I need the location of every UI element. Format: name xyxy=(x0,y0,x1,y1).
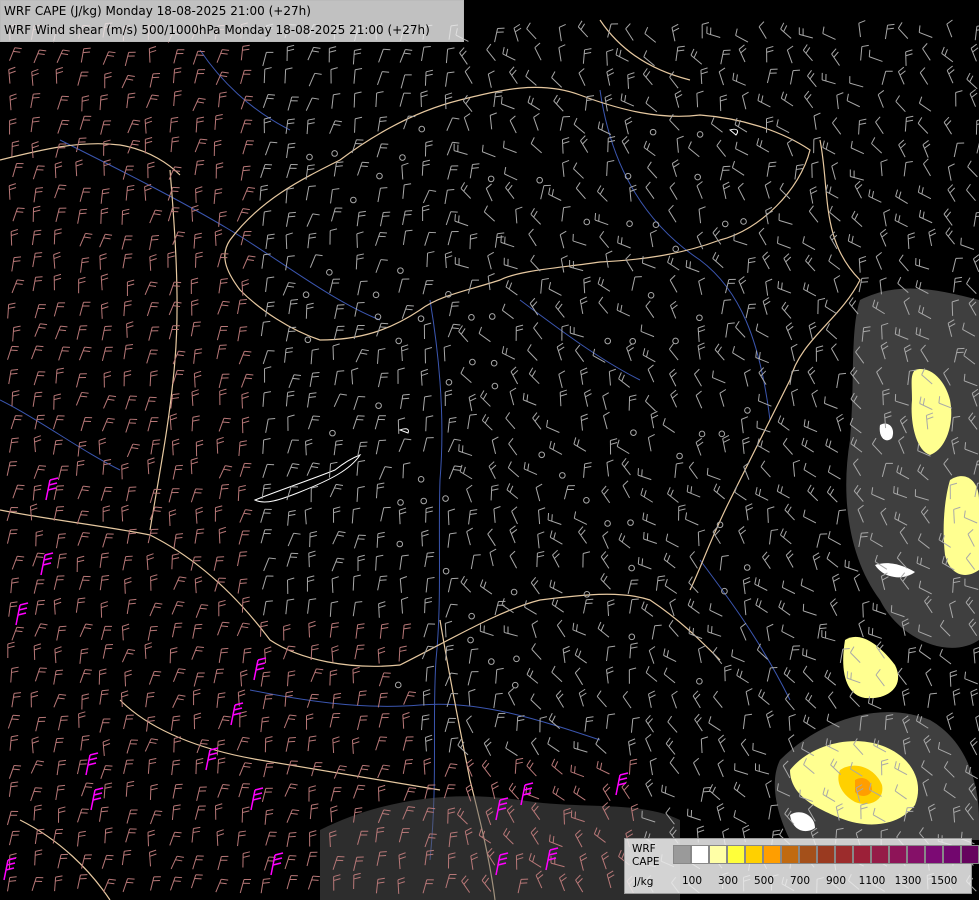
legend-tick-label: 300 xyxy=(717,875,739,887)
legend-tick-label: 1100 xyxy=(858,875,886,887)
legend-swatch xyxy=(889,845,907,864)
legend-tick-labels: 100 300 500 700 900 1100 1300 1500 xyxy=(625,875,971,889)
legend-tick-label: 100 xyxy=(681,875,703,887)
legend-swatch xyxy=(781,845,799,864)
legend-swatch xyxy=(709,845,727,864)
legend-swatch xyxy=(727,845,745,864)
legend-swatch xyxy=(853,845,871,864)
legend-swatch xyxy=(763,845,781,864)
legend-color-scale xyxy=(673,845,979,864)
legend-variable-label: CAPE xyxy=(632,856,660,868)
cape-300-area-east2 xyxy=(943,476,979,575)
legend-swatch xyxy=(943,845,961,864)
legend-tick-label: 500 xyxy=(753,875,775,887)
legend-swatch xyxy=(691,845,709,864)
legend-tick-label: 700 xyxy=(789,875,811,887)
title-box: WRF CAPE (J/kg) Monday 18-08-2025 21:00 … xyxy=(0,0,464,42)
legend-model-label: WRF xyxy=(632,843,656,855)
legend-tick-label: 1500 xyxy=(930,875,958,887)
legend-tick-label: 900 xyxy=(825,875,847,887)
legend-swatch xyxy=(871,845,889,864)
legend-swatch xyxy=(673,845,691,864)
legend-swatch xyxy=(835,845,853,864)
legend-swatch xyxy=(817,845,835,864)
legend-swatch xyxy=(799,845,817,864)
weather-map xyxy=(0,0,979,900)
legend-swatch xyxy=(745,845,763,864)
legend-swatch xyxy=(925,845,943,864)
title-wind-shear: WRF Wind shear (m/s) 500/1000hPa Monday … xyxy=(4,23,430,37)
legend-swatch xyxy=(907,845,925,864)
title-cape: WRF CAPE (J/kg) Monday 18-08-2025 21:00 … xyxy=(4,4,311,18)
cape-legend: WRF CAPE J/kg 100 300 500 700 900 1100 1300 150… xyxy=(624,838,979,894)
legend-tick-label: 1300 xyxy=(894,875,922,887)
legend-swatch xyxy=(961,845,979,864)
